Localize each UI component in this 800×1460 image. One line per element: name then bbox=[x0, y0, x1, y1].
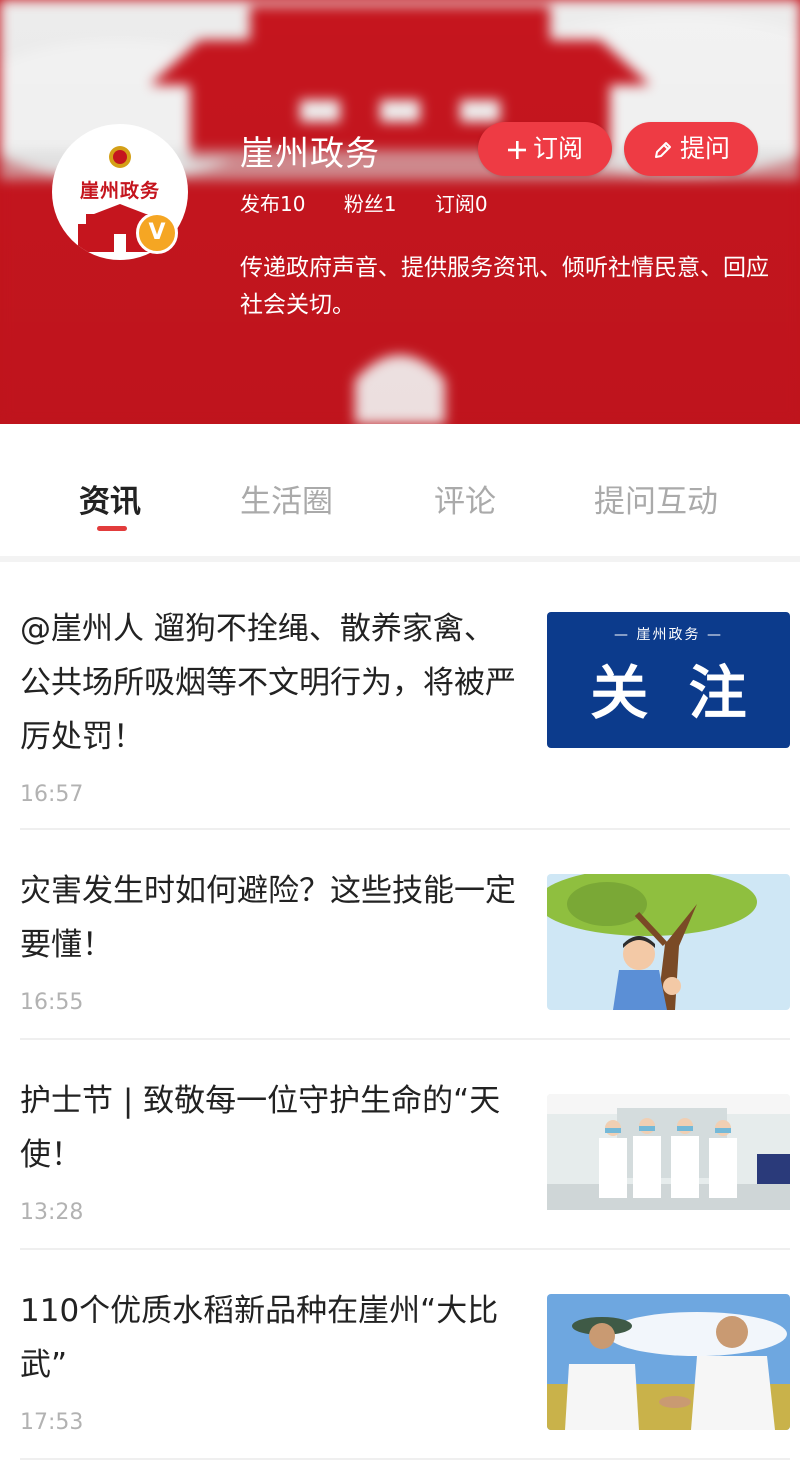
pencil-icon bbox=[654, 142, 671, 158]
news-thumbnail bbox=[547, 874, 790, 1010]
tab-questions[interactable]: 提问互动 bbox=[594, 476, 718, 521]
ask-label: 提问 bbox=[679, 134, 730, 163]
rice-field-photo-image bbox=[547, 1294, 790, 1430]
news-time: 16:55 bbox=[20, 990, 84, 1015]
tab-news[interactable]: 资讯 bbox=[79, 476, 141, 521]
news-title: 护士节 | 致敬每一位守护生命的“天使！ bbox=[20, 1083, 501, 1173]
account-intro: 传递政府声音、提供服务资讯、倾听社情民意、回应社会关切。 bbox=[240, 255, 769, 318]
news-title: @崖州人 遛狗不拴绳、散养家禽、公共场所吸烟等不文明行为，将被严厉处罚！ bbox=[20, 611, 516, 755]
news-time: 17:53 bbox=[20, 1410, 84, 1435]
list-divider bbox=[20, 828, 790, 830]
disaster-illustration-image bbox=[547, 874, 790, 1010]
publish-count: 发布10 bbox=[240, 192, 306, 216]
list-divider bbox=[20, 1248, 790, 1250]
news-time: 16:57 bbox=[20, 782, 84, 807]
account-header: 崖州政务 V 崖州政务 订阅 提问 发布10 粉丝1 订阅0 传递政府声音、提供… bbox=[0, 0, 800, 424]
news-item[interactable]: @崖州人 遛狗不拴绳、散养家禽、公共场所吸烟等不文明行为，将被严厉处罚！ 16:… bbox=[0, 602, 800, 812]
news-title: 110个优质水稻新品种在崖州“大比武” bbox=[20, 1293, 499, 1383]
news-item[interactable]: 护士节 | 致敬每一位守护生命的“天使！ 13:28 bbox=[0, 1074, 800, 1284]
nurses-photo-image bbox=[547, 1094, 790, 1210]
account-stats: 发布10 粉丝1 订阅0 bbox=[240, 188, 520, 217]
list-divider bbox=[20, 1038, 790, 1040]
account-name: 崖州政务 bbox=[240, 134, 380, 174]
news-time: 13:28 bbox=[20, 1200, 84, 1225]
plus-icon bbox=[507, 141, 526, 159]
account-page: 崖州政务 V 崖州政务 订阅 提问 发布10 粉丝1 订阅0 传递政府声音、提供… bbox=[0, 0, 800, 1460]
active-tab-indicator bbox=[97, 526, 127, 531]
subscribe-label: 订阅 bbox=[532, 134, 583, 163]
ask-question-button[interactable]: 提问 bbox=[624, 122, 758, 176]
news-thumbnail bbox=[547, 1094, 790, 1230]
news-item[interactable]: 灾害发生时如何避险？这些技能一定要懂！ 16:55 bbox=[0, 864, 800, 1074]
subscribe-button[interactable]: 订阅 bbox=[478, 122, 612, 176]
tab-comments[interactable]: 评论 bbox=[434, 476, 496, 521]
tab-life-circle[interactable]: 生活圈 bbox=[240, 476, 333, 521]
verified-badge-icon: V bbox=[136, 212, 178, 254]
subscription-count: 订阅0 bbox=[434, 192, 488, 216]
news-thumbnail bbox=[547, 1294, 790, 1430]
thumbnail-caption-small: — 崖州政务 — bbox=[614, 627, 723, 643]
fans-count: 粉丝1 bbox=[343, 192, 397, 216]
news-item[interactable]: 110个优质水稻新品种在崖州“大比武” 17:53 bbox=[0, 1284, 800, 1460]
news-title: 灾害发生时如何避险？这些技能一定要懂！ bbox=[20, 873, 516, 963]
tab-bar: 资讯 生活圈 评论 提问互动 bbox=[0, 424, 800, 562]
avatar-label: 崖州政务 bbox=[79, 180, 160, 202]
thumbnail-caption-large: 关 注 bbox=[590, 659, 747, 727]
news-thumbnail: — 崖州政务 — 关 注 bbox=[547, 612, 790, 748]
